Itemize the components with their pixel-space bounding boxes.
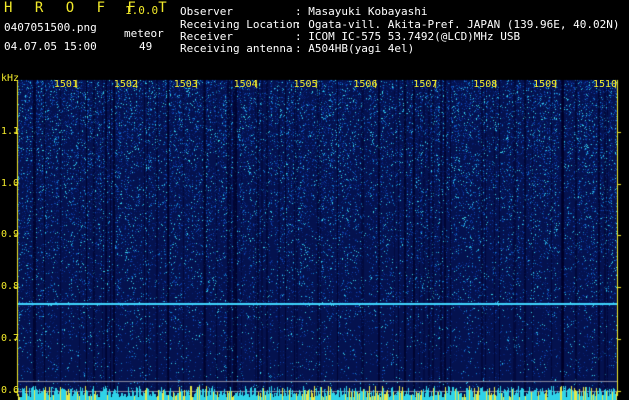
x-tick-label: 1502 bbox=[113, 79, 138, 90]
antenna-value: : A504HB(yagi 4el) bbox=[295, 42, 415, 55]
observer-value: : Masayuki Kobayashi bbox=[295, 5, 428, 18]
spectrogram-canvas bbox=[0, 76, 629, 400]
x-tick-label: 1510 bbox=[593, 79, 618, 90]
meteor-count: 49 bbox=[139, 40, 153, 53]
x-tick-label: 1504 bbox=[233, 79, 258, 90]
x-tick-label: 1509 bbox=[533, 79, 558, 90]
y-tick-label: 0.8 bbox=[1, 281, 20, 293]
y-tick-label: 0.9 bbox=[1, 229, 20, 241]
x-tick-label: 1501 bbox=[53, 79, 78, 90]
y-tick-label: 0.7 bbox=[1, 333, 20, 345]
capture-datetime: 04.07.05 15:00 bbox=[4, 40, 97, 53]
file-name: 0407051500.png bbox=[4, 21, 97, 34]
header-panel: H R O F F T 1.0.0 0407051500.png 04.07.0… bbox=[0, 0, 629, 76]
x-tick-label: 1505 bbox=[293, 79, 318, 90]
y-tick-label: 0.6 bbox=[1, 384, 20, 396]
y-axis-unit: kHz bbox=[1, 73, 20, 84]
antenna-label: Receiving antenna bbox=[180, 42, 293, 55]
x-tick-label: 1503 bbox=[173, 79, 198, 90]
x-tick-label: 1507 bbox=[413, 79, 438, 90]
app-version: 1.0.0 bbox=[125, 4, 159, 17]
x-tick-label: 1508 bbox=[473, 79, 498, 90]
observer-label: Observer bbox=[180, 5, 233, 18]
y-tick-label: 1.0 bbox=[1, 177, 20, 189]
y-tick-label: 1.1 bbox=[1, 125, 20, 137]
meteor-label: meteor bbox=[124, 27, 164, 40]
x-tick-label: 1506 bbox=[353, 79, 378, 90]
